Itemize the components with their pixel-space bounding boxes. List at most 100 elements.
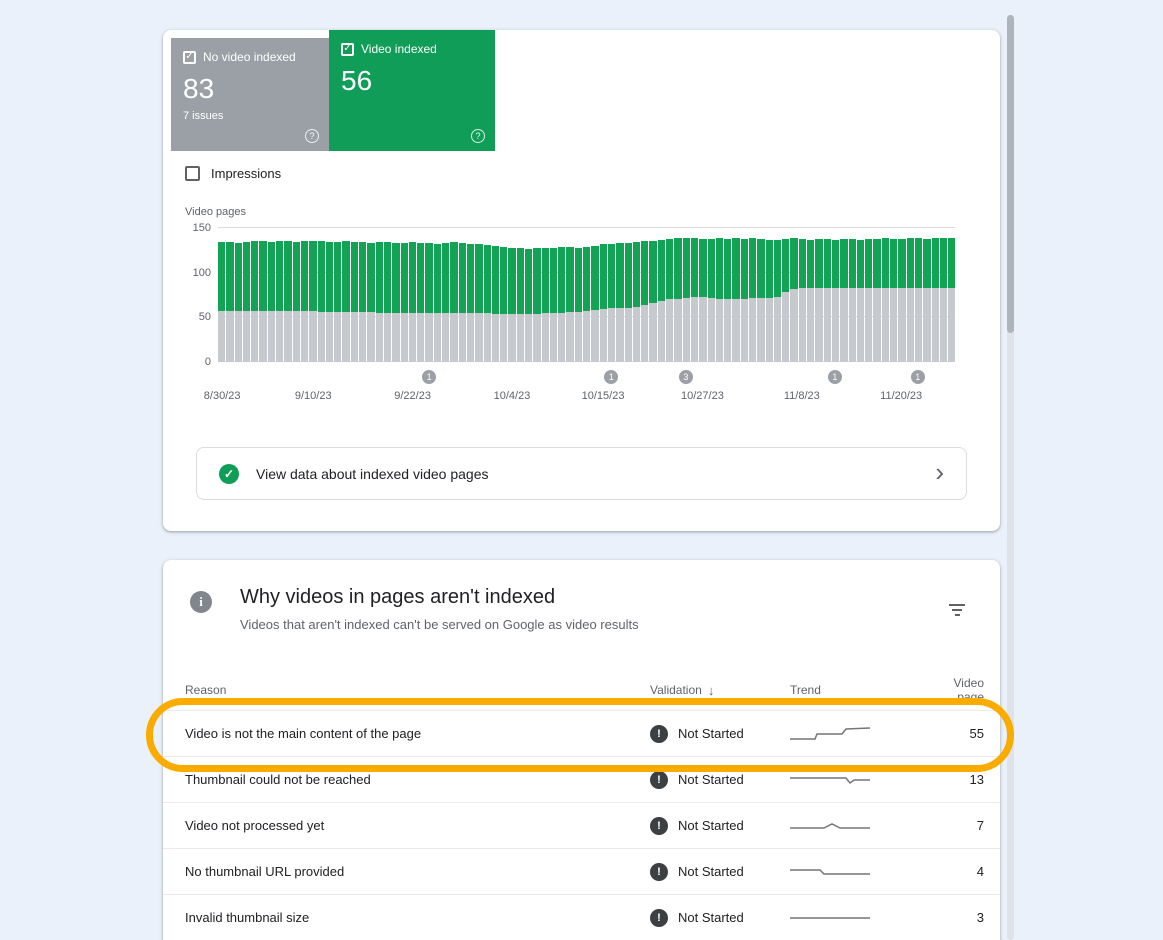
issue-row[interactable]: Invalid thumbnail size ! Not Started 3: [163, 894, 1000, 940]
bar-segment-indexed: [915, 238, 922, 288]
help-icon[interactable]: ?: [471, 129, 485, 143]
bar-segment-indexed: [425, 243, 432, 313]
chart-bar: [434, 228, 441, 362]
chart-bar: [409, 228, 416, 362]
video-indexed-checkbox[interactable]: ✓: [341, 43, 354, 56]
impressions-toggle[interactable]: Impressions: [185, 166, 281, 181]
bar-segment-indexed: [658, 240, 665, 302]
issue-reason: Thumbnail could not be reached: [185, 772, 650, 787]
no-video-indexed-checkbox[interactable]: ✓: [183, 51, 196, 64]
bar-segment-not-indexed: [824, 288, 831, 362]
chart-bar: [542, 228, 549, 362]
annotation-marker[interactable]: 3: [679, 370, 693, 384]
annotation-marker[interactable]: 1: [604, 370, 618, 384]
bar-segment-indexed: [625, 243, 632, 307]
impressions-checkbox[interactable]: [185, 166, 200, 181]
bar-segment-not-indexed: [334, 312, 341, 362]
bar-segment-not-indexed: [566, 312, 573, 362]
bar-segment-indexed: [600, 244, 607, 309]
chart-bar: [691, 228, 698, 362]
tile-video-indexed[interactable]: ✓ Video indexed 56 ?: [329, 30, 495, 151]
tile-issues-link[interactable]: 7 issues: [183, 110, 317, 122]
chart-bar: [923, 228, 930, 362]
bar-segment-indexed: [484, 245, 491, 313]
chart-bar: [849, 228, 856, 362]
bar-segment-indexed: [882, 238, 889, 288]
exclamation-icon: !: [650, 863, 668, 881]
issue-row[interactable]: Video is not the main content of the pag…: [163, 710, 1000, 756]
bar-segment-indexed: [824, 239, 831, 288]
bar-segment-indexed: [558, 247, 565, 313]
bar-segment-not-indexed: [467, 313, 474, 362]
bar-segment-not-indexed: [359, 312, 366, 362]
view-indexed-data-button[interactable]: ✓ View data about indexed video pages ›: [196, 447, 967, 500]
chart-bar: [674, 228, 681, 362]
help-icon[interactable]: ?: [305, 129, 319, 143]
bar-segment-not-indexed: [459, 313, 466, 362]
chart-bar: [450, 228, 457, 362]
bar-segment-indexed: [683, 238, 690, 298]
issue-validation: ! Not Started: [650, 771, 790, 789]
column-header-trend[interactable]: Trend: [790, 683, 940, 697]
chart-bar: [525, 228, 532, 362]
chart-bar: [484, 228, 491, 362]
bar-segment-indexed: [259, 241, 266, 311]
chart-bar: [376, 228, 383, 362]
exclamation-icon: !: [650, 817, 668, 835]
chart-bar: [832, 228, 839, 362]
issue-row[interactable]: No thumbnail URL provided ! Not Started …: [163, 848, 1000, 894]
column-header-validation[interactable]: Validation ↓: [650, 683, 790, 698]
annotation-marker[interactable]: 1: [828, 370, 842, 384]
bar-segment-not-indexed: [741, 299, 748, 362]
bar-segment-not-indexed: [832, 288, 839, 362]
bar-segment-indexed: [243, 242, 250, 311]
bar-segment-indexed: [500, 247, 507, 314]
chart-bar: [575, 228, 582, 362]
issue-trend-sparkline: [790, 860, 940, 884]
bar-segment-not-indexed: [243, 311, 250, 362]
bar-segment-not-indexed: [392, 313, 399, 362]
bar-segment-not-indexed: [384, 313, 391, 362]
chart-bar: [658, 228, 665, 362]
bar-segment-indexed: [550, 248, 557, 313]
chart-bar: [907, 228, 914, 362]
tile-no-video-indexed[interactable]: ✓ No video indexed 83 7 issues ?: [171, 38, 329, 151]
chart-bar: [724, 228, 731, 362]
filter-icon[interactable]: [948, 604, 966, 616]
tile-header: ✓ No video indexed: [183, 50, 317, 64]
x-tick-label: 9/22/23: [394, 390, 431, 402]
bar-segment-indexed: [301, 241, 308, 311]
x-tick-label: 11/20/23: [880, 390, 922, 402]
bar-segment-indexed: [276, 241, 283, 311]
scrollbar-thumb[interactable]: [1007, 15, 1014, 333]
annotation-marker[interactable]: 1: [911, 370, 925, 384]
tile-label: No video indexed: [203, 50, 296, 64]
bar-segment-not-indexed: [442, 313, 449, 362]
chart-bar: [467, 228, 474, 362]
bar-segment-not-indexed: [533, 314, 540, 362]
bar-segment-indexed: [608, 244, 615, 308]
column-header-reason[interactable]: Reason: [185, 683, 650, 697]
bar-segment-not-indexed: [849, 288, 856, 362]
chart-bar: [309, 228, 316, 362]
issue-reason: Invalid thumbnail size: [185, 910, 650, 925]
issue-row[interactable]: Video not processed yet ! Not Started 7: [163, 802, 1000, 848]
issue-row[interactable]: Thumbnail could not be reached ! Not Sta…: [163, 756, 1000, 802]
chart-bar: [218, 228, 225, 362]
bar-segment-not-indexed: [517, 314, 524, 362]
chart-bar: [683, 228, 690, 362]
issue-page-count: 7: [940, 818, 984, 833]
bar-segment-not-indexed: [608, 308, 615, 362]
bar-segment-not-indexed: [774, 297, 781, 362]
bar-segment-not-indexed: [766, 298, 773, 362]
bar-segment-indexed: [815, 239, 822, 288]
bar-segment-not-indexed: [235, 311, 242, 362]
annotation-marker[interactable]: 1: [422, 370, 436, 384]
bar-segment-indexed: [633, 242, 640, 306]
column-header-pages[interactable]: Video page: [940, 676, 984, 704]
checkmark-icon: ✓: [185, 52, 193, 62]
chart-bar: [708, 228, 715, 362]
bar-segment-indexed: [741, 239, 748, 299]
bar-segment-indexed: [649, 241, 656, 304]
bar-segment-not-indexed: [716, 299, 723, 362]
